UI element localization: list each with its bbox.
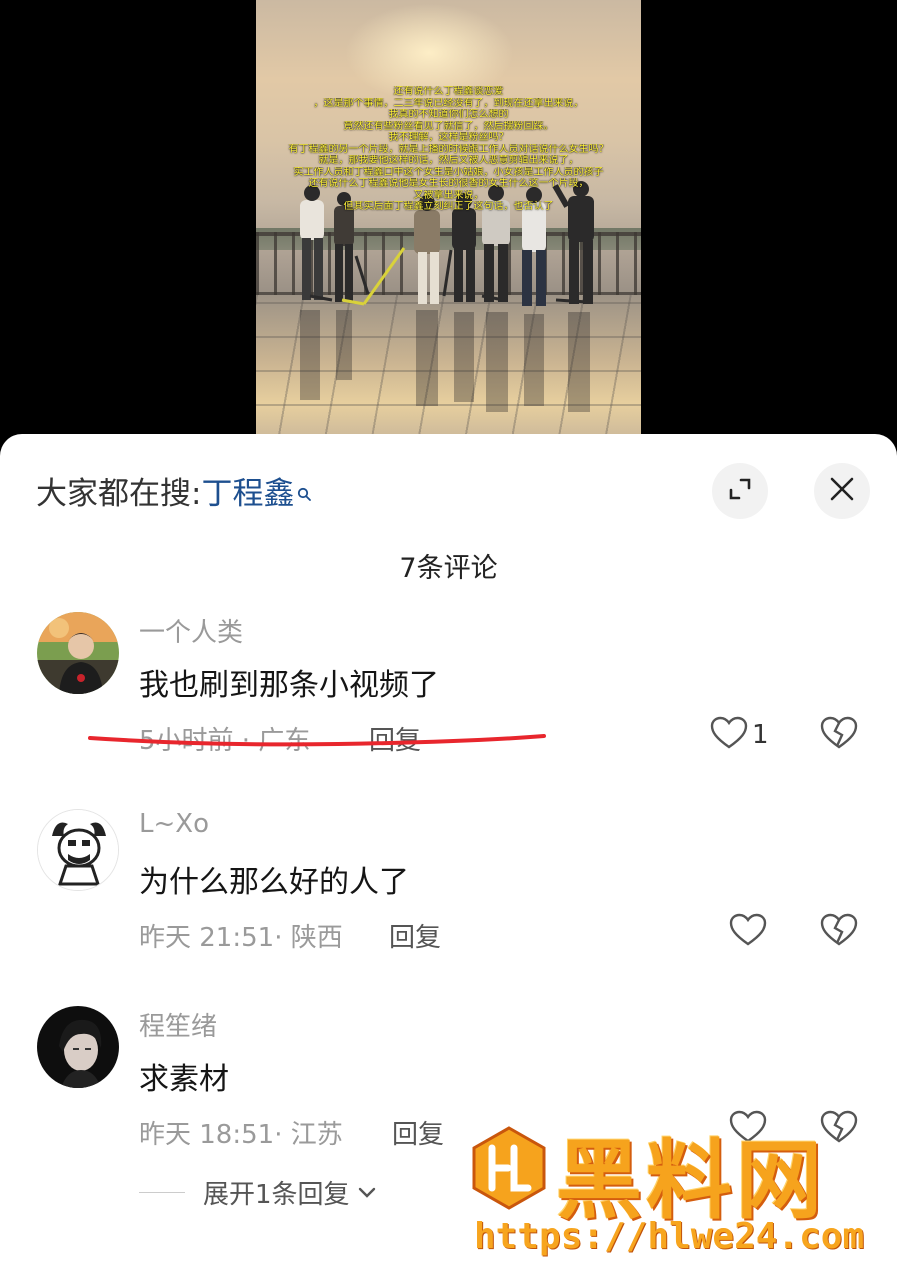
trending-search-term[interactable]: 丁程鑫 bbox=[201, 468, 294, 513]
like-button[interactable] bbox=[729, 913, 771, 951]
search-icon bbox=[297, 473, 312, 501]
caption-line: 竟然还有些粉丝看见了就信了，然后摆粉回踩。 bbox=[343, 120, 554, 132]
comment-meta: 昨天 18:51· 江苏 bbox=[139, 1120, 343, 1150]
watermark-logo bbox=[472, 1126, 546, 1210]
annotation-underline bbox=[88, 734, 546, 747]
chevron-down-icon bbox=[358, 1187, 376, 1199]
caption-line: 有丁程鑫的另一个片段，就是上播的时候跟工作人员对话说什么女生吗？ bbox=[288, 143, 609, 155]
video-people-silhouettes bbox=[300, 181, 594, 412]
reply-button[interactable]: 回复 bbox=[392, 1114, 444, 1151]
dislike-button[interactable] bbox=[820, 716, 858, 754]
like-count: 1 bbox=[752, 720, 769, 750]
expand-replies-label: 展开1条回复 bbox=[203, 1180, 350, 1210]
avatar[interactable] bbox=[37, 809, 119, 891]
comment-meta: 昨天 21:51· 陕西 bbox=[139, 923, 343, 953]
expand-replies-button[interactable]: 展开1条回复 bbox=[139, 1174, 376, 1211]
expand-button[interactable] bbox=[712, 463, 768, 519]
comment-username[interactable]: L~Xo bbox=[139, 809, 209, 839]
caption-line: 我真的不知道你们怎么想的 bbox=[388, 109, 509, 120]
divider bbox=[139, 1192, 185, 1193]
caption-line: 还有说什么丁程鑫谈恋爱 bbox=[393, 86, 504, 97]
broken-heart-icon bbox=[820, 913, 858, 951]
comments-count: 7条评论 bbox=[399, 553, 498, 584]
avatar[interactable] bbox=[37, 1006, 119, 1088]
caption-line: ，这是那个事情，二三年说已经没有了，到现在还拿出来说， bbox=[313, 97, 584, 109]
caption-line: 我不理解，这样是粉丝吗？ bbox=[388, 132, 509, 143]
trending-search[interactable]: 大家都在搜: 丁程鑫 bbox=[36, 468, 312, 513]
video-player[interactable]: 还有说什么丁程鑫谈恋爱 ，这是那个事情，二三年说已经没有了，到现在还拿出来说， … bbox=[256, 0, 641, 440]
comment-item: L~Xo 为什么那么好的人了 昨天 21:51· 陕西 回复 bbox=[0, 809, 897, 999]
caption-line: 实工作人员和丁程鑫口中这个女生是小姑娘，小女孩是工作人员的孩子 bbox=[293, 166, 604, 178]
reply-button[interactable]: 回复 bbox=[389, 917, 441, 954]
caption-line: 就是，那我要他这样的话，然后又被人恶意剪辑出来说了， bbox=[318, 155, 579, 166]
avatar[interactable] bbox=[37, 612, 119, 694]
dislike-button[interactable] bbox=[820, 913, 858, 951]
comment-text: 求素材 bbox=[139, 1062, 229, 1097]
broken-heart-icon bbox=[820, 716, 858, 754]
comment-text: 我也刷到那条小视频了 bbox=[139, 668, 439, 703]
comment-item: 一个人类 我也刷到那条小视频了 5小时前 · 广东 回复 1 bbox=[0, 612, 897, 802]
watermark-url: https://hlwe24.com bbox=[474, 1216, 865, 1257]
caption-line: 还有说什么丁程鑫说他是女生长的很香的女生什么这一个片段， bbox=[308, 178, 589, 189]
expand-icon bbox=[727, 476, 753, 506]
caption-line: 但其实后面丁程鑫立刻纠正了这句话，也否认了 bbox=[343, 201, 554, 212]
heart-icon bbox=[729, 913, 767, 951]
comment-text: 为什么那么好的人了 bbox=[139, 865, 409, 900]
comment-username[interactable]: 一个人类 bbox=[139, 612, 243, 649]
caption-line: 又被拿出来说， bbox=[413, 189, 484, 201]
comment-username[interactable]: 程笙绪 bbox=[139, 1006, 217, 1043]
close-icon bbox=[829, 476, 855, 506]
like-button[interactable]: 1 bbox=[710, 716, 769, 754]
video-caption-overlay: 还有说什么丁程鑫谈恋爱 ，这是那个事情，二三年说已经没有了，到现在还拿出来说， … bbox=[256, 86, 641, 213]
close-button[interactable] bbox=[814, 463, 870, 519]
heart-icon bbox=[710, 716, 748, 754]
trending-search-prefix: 大家都在搜: bbox=[36, 475, 202, 512]
